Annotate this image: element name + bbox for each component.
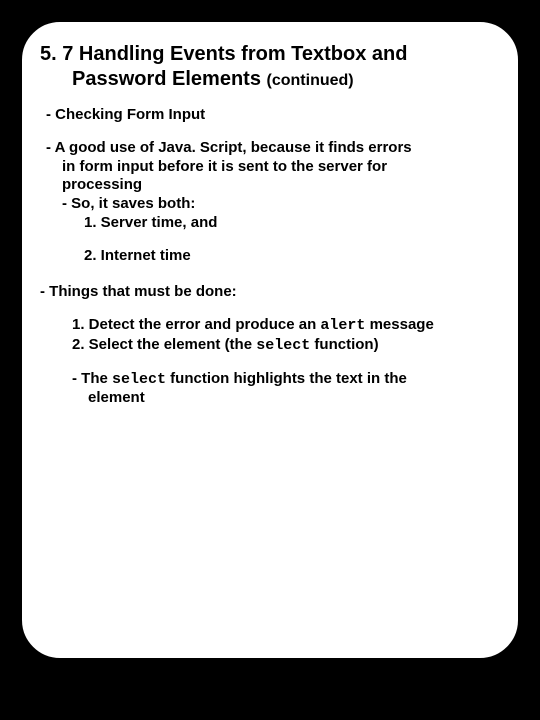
- bullet-good-use-line3: processing: [62, 176, 500, 195]
- bullet-internet-time: 2. Internet time: [84, 247, 500, 266]
- title-line1: 5. 7 Handling Events from Textbox and: [40, 43, 407, 65]
- slide-title: 5. 7 Handling Events from Textbox and Pa…: [40, 42, 500, 92]
- bullet-checking-form-input: - Checking Form Input: [46, 106, 500, 125]
- footer-page-number: 11: [466, 681, 485, 702]
- bullet-things-done: - Things that must be done:: [40, 283, 500, 302]
- bullet-select-highlights-line2: element: [88, 389, 500, 408]
- footer-copyright: © 2010 by Addison Wesley Longman, Inc.: [170, 688, 387, 700]
- bullet-select-element: 2. Select the element (the select functi…: [72, 336, 500, 356]
- slide-footer: Chapter 5 © 2010 by Addison Wesley Longm…: [0, 682, 540, 702]
- slide-frame: 5. 7 Handling Events from Textbox and Pa…: [20, 20, 520, 660]
- title-line2: Password Elements: [72, 68, 267, 90]
- select-element-text-a: 2. Select the element (the: [72, 336, 256, 353]
- select-highlights-a: - The: [72, 370, 112, 387]
- select-code-2: select: [112, 371, 166, 388]
- bullet-select-highlights: - The select function highlights the tex…: [72, 370, 500, 390]
- alert-code: alert: [320, 317, 365, 334]
- title-continued: (continued): [267, 72, 354, 89]
- bullet-saves-both: - So, it saves both:: [62, 195, 500, 214]
- detect-error-text-b: message: [365, 316, 433, 333]
- select-element-text-b: function): [310, 336, 378, 353]
- bullet-detect-error: 1. Detect the error and produce an alert…: [72, 316, 500, 336]
- bullet-good-use-line2: in form input before it is sent to the s…: [62, 158, 500, 177]
- select-code-1: select: [256, 337, 310, 354]
- bullet-good-use: - A good use of Java. Script, because it…: [46, 139, 500, 158]
- detect-error-text-a: 1. Detect the error and produce an: [72, 316, 320, 333]
- slide-body: - Checking Form Input - A good use of Ja…: [40, 106, 500, 408]
- bullet-server-time: 1. Server time, and: [84, 214, 500, 233]
- select-highlights-b: function highlights the text in the: [166, 370, 407, 387]
- footer-chapter: Chapter 5: [78, 685, 147, 702]
